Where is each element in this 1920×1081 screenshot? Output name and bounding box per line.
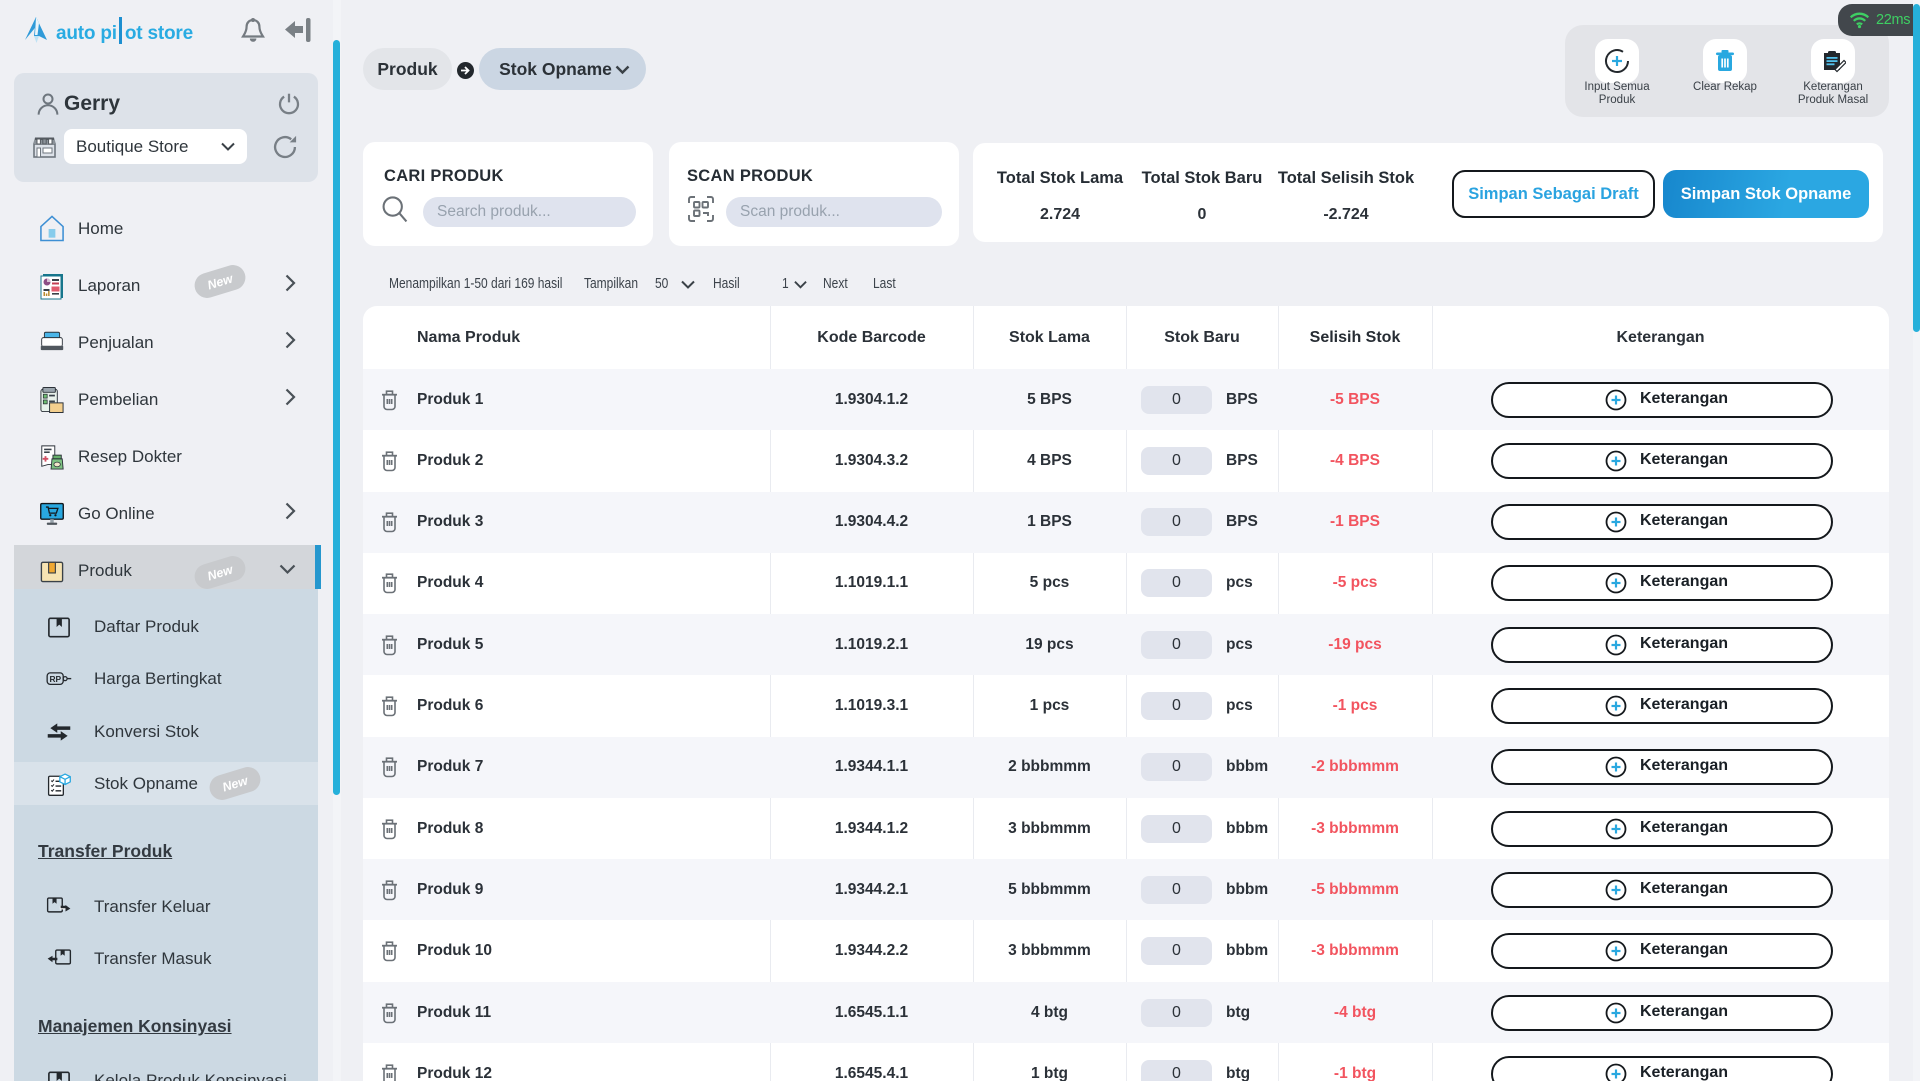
- svg-text:RP: RP: [49, 674, 61, 684]
